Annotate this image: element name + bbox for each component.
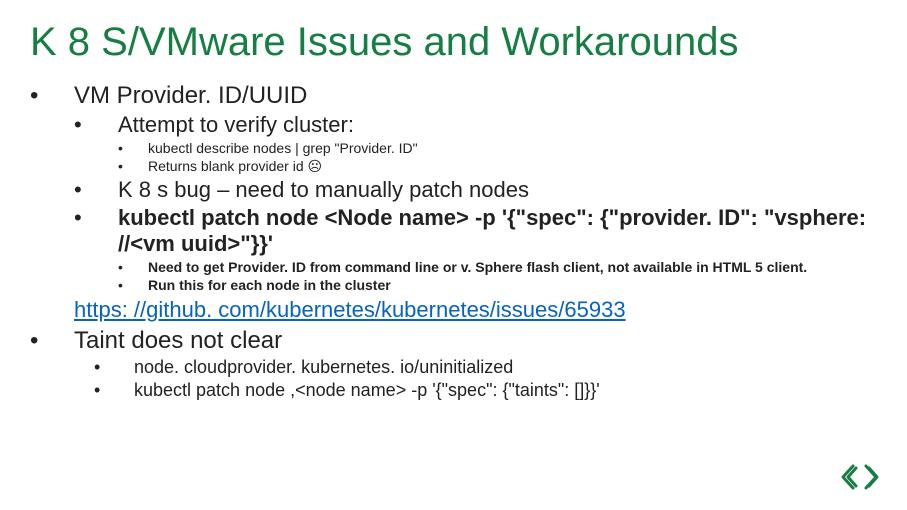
bullet-dot: • <box>94 357 134 378</box>
bullet-dot: • <box>118 259 148 275</box>
bullet-level3-bold: • Need to get Provider. ID from command … <box>118 259 877 275</box>
bullet-dot: • <box>118 158 148 175</box>
bullet-level1: • VM Provider. ID/UUID <box>30 82 877 110</box>
section2-item1: kubectl patch node ,<node name> -p '{"sp… <box>134 380 877 401</box>
bullet-level1: • Taint does not clear <box>30 327 877 355</box>
section2-heading: Taint does not clear <box>74 327 877 355</box>
bullet-dot: • <box>74 112 118 138</box>
bullet-dot: • <box>118 277 148 293</box>
section1-sub1-item1: Returns blank provider id ☹ <box>148 158 877 175</box>
section1-sub3-item1: Run this for each node in the cluster <box>148 277 877 293</box>
bullet-level2: • kubectl patch node ,<node name> -p '{"… <box>94 380 877 401</box>
section1-heading: VM Provider. ID/UUID <box>74 82 877 110</box>
section1-sub3-item0: Need to get Provider. ID from command li… <box>148 259 877 275</box>
bullet-level2: • node. cloudprovider. kubernetes. io/un… <box>94 357 877 378</box>
bullet-dot: • <box>94 380 134 401</box>
brackets-logo-icon <box>839 462 883 492</box>
github-issue-link[interactable]: https: //github. com/kubernetes/kubernet… <box>74 297 877 323</box>
bullet-level2-bold: • kubectl patch node <Node name> -p '{"s… <box>74 205 877 257</box>
slide-title: K 8 S/VMware Issues and Workarounds <box>30 20 877 64</box>
section1-sub3: kubectl patch node <Node name> -p '{"spe… <box>118 205 877 257</box>
bullet-dot: • <box>30 82 74 110</box>
bullet-level3: • kubectl describe nodes | grep "Provide… <box>118 140 877 156</box>
bullet-dot: • <box>118 140 148 156</box>
section1-sub2: K 8 s bug – need to manually patch nodes <box>118 177 877 203</box>
slide: K 8 S/VMware Issues and Workarounds • VM… <box>0 0 907 510</box>
bullet-dot: • <box>74 205 118 257</box>
section1-sub1-item0: kubectl describe nodes | grep "Provider.… <box>148 140 877 156</box>
bullet-level2: • Attempt to verify cluster: <box>74 112 877 138</box>
bullet-dot: • <box>74 177 118 203</box>
bullet-dot: • <box>30 327 74 355</box>
bullet-level2: • K 8 s bug – need to manually patch nod… <box>74 177 877 203</box>
section2-item0: node. cloudprovider. kubernetes. io/unin… <box>134 357 877 378</box>
section1-sub1: Attempt to verify cluster: <box>118 112 877 138</box>
bullet-level3: • Returns blank provider id ☹ <box>118 158 877 175</box>
bullet-level3-bold: • Run this for each node in the cluster <box>118 277 877 293</box>
